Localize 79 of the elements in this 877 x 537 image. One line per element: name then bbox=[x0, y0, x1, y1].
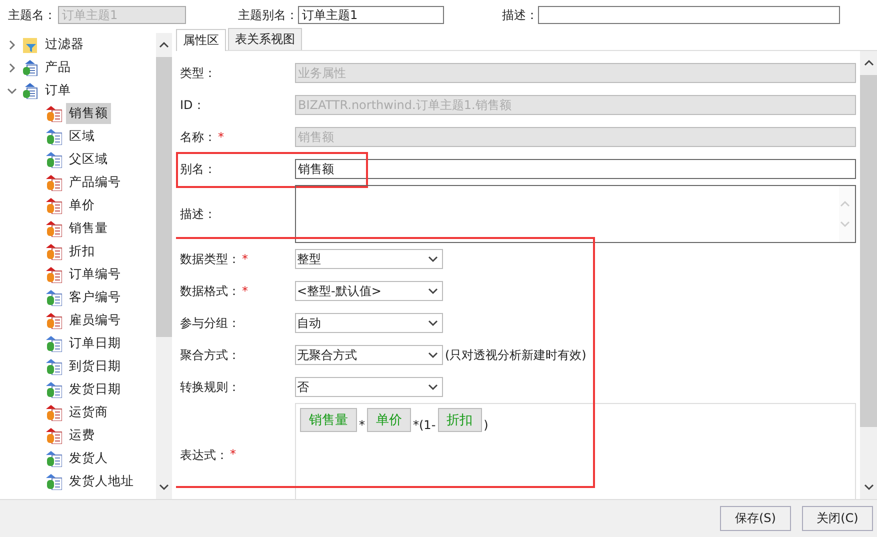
tree-item[interactable]: 发货日期 bbox=[66, 379, 124, 400]
measure-icon bbox=[46, 220, 62, 236]
dropdown[interactable]: 自动 bbox=[295, 313, 443, 333]
operator-text: ) bbox=[484, 418, 488, 432]
tab[interactable]: 表关系视图 bbox=[228, 28, 302, 50]
field-label: 数据类型： bbox=[180, 250, 240, 268]
input-field[interactable]: 销售额 bbox=[295, 159, 856, 179]
dimension-icon bbox=[46, 358, 62, 374]
tree-item[interactable]: 区域 bbox=[66, 126, 98, 147]
tree-item[interactable]: 发货人 bbox=[66, 448, 111, 469]
hint-text: (只对透视分析新建时有效) bbox=[445, 346, 586, 364]
dimension-icon bbox=[46, 382, 62, 398]
tree-item[interactable]: 订单编号 bbox=[66, 264, 124, 285]
dropdown[interactable]: 整型 bbox=[295, 249, 443, 269]
scroll-thumb[interactable] bbox=[860, 75, 877, 427]
dialog-button[interactable]: 关闭(C) bbox=[802, 506, 873, 531]
scrollbar[interactable] bbox=[860, 51, 877, 499]
tab[interactable]: 属性区 bbox=[176, 29, 226, 51]
tree-item[interactable]: 订单日期 bbox=[66, 333, 124, 354]
field-label: 表达式： bbox=[180, 447, 228, 464]
dimension-icon bbox=[46, 450, 62, 466]
required-mark: * bbox=[242, 252, 248, 266]
required-mark: * bbox=[242, 284, 248, 298]
dropdown[interactable]: <整型-默认值> bbox=[295, 281, 443, 301]
tree-item[interactable]: 运费 bbox=[66, 425, 98, 446]
measure-icon bbox=[46, 312, 62, 328]
field-label: 类型： bbox=[180, 64, 216, 82]
field-label: 描述： bbox=[502, 6, 538, 24]
field-label: 别名： bbox=[180, 160, 216, 178]
required-mark: * bbox=[230, 447, 236, 461]
dropdown[interactable]: 无聚合方式 bbox=[295, 345, 443, 365]
scrollbar[interactable] bbox=[156, 33, 172, 499]
tree-item[interactable]: 销售额 bbox=[66, 103, 111, 124]
dropdown[interactable]: 否 bbox=[295, 377, 443, 397]
scroll-thumb[interactable] bbox=[156, 57, 172, 337]
tree-item[interactable]: 折扣 bbox=[66, 241, 98, 262]
field-label: 描述： bbox=[180, 206, 216, 222]
field-label: 聚合方式： bbox=[180, 346, 240, 364]
field-label: 转换规则： bbox=[180, 378, 240, 396]
operator-text: * bbox=[359, 418, 365, 432]
table-icon bbox=[22, 82, 38, 98]
tree-item[interactable]: 雇员编号 bbox=[66, 310, 124, 331]
measure-icon bbox=[46, 174, 62, 190]
field-label: 主题名： bbox=[8, 6, 56, 24]
field-label: ID： bbox=[180, 96, 205, 114]
tree-item[interactable]: 过滤器 bbox=[42, 34, 87, 55]
input-field[interactable]: 订单主题1 bbox=[298, 6, 444, 24]
measure-icon bbox=[46, 198, 62, 214]
dimension-icon bbox=[46, 128, 62, 144]
field-label: 数据格式： bbox=[180, 282, 240, 300]
required-mark: * bbox=[218, 130, 224, 144]
operator-text: *(1- bbox=[413, 418, 436, 432]
tree-item[interactable]: 父区域 bbox=[66, 149, 111, 170]
measure-icon bbox=[46, 106, 62, 122]
dimension-icon bbox=[46, 474, 62, 490]
dialog-button[interactable]: 保存(S) bbox=[720, 506, 791, 531]
tree-item[interactable]: 单价 bbox=[66, 195, 98, 216]
field-label: 参与分组： bbox=[180, 314, 240, 332]
tree-item[interactable]: 产品 bbox=[42, 57, 74, 78]
input-field[interactable] bbox=[538, 6, 840, 24]
measure-icon bbox=[46, 266, 62, 282]
tree-item[interactable]: 发货人地址 bbox=[66, 471, 137, 492]
tree-item[interactable]: 产品编号 bbox=[66, 172, 124, 193]
measure-icon bbox=[46, 428, 62, 444]
tree-item[interactable]: 客户编号 bbox=[66, 287, 124, 308]
filter-icon bbox=[22, 36, 38, 52]
tree-item[interactable]: 到货日期 bbox=[66, 356, 124, 377]
field-label: 名称： bbox=[180, 128, 216, 146]
tree-item[interactable]: 销售量 bbox=[66, 218, 111, 239]
measure-icon bbox=[46, 244, 62, 260]
table-icon bbox=[22, 60, 38, 76]
field-label: 主题别名： bbox=[238, 6, 298, 24]
dimension-icon bbox=[46, 290, 62, 306]
text-area[interactable] bbox=[295, 185, 856, 243]
dimension-icon bbox=[46, 336, 62, 352]
measure-icon bbox=[46, 404, 62, 420]
dimension-icon bbox=[46, 152, 62, 168]
tree-item[interactable]: 运货商 bbox=[66, 402, 111, 423]
tree-item[interactable]: 订单 bbox=[42, 80, 74, 101]
